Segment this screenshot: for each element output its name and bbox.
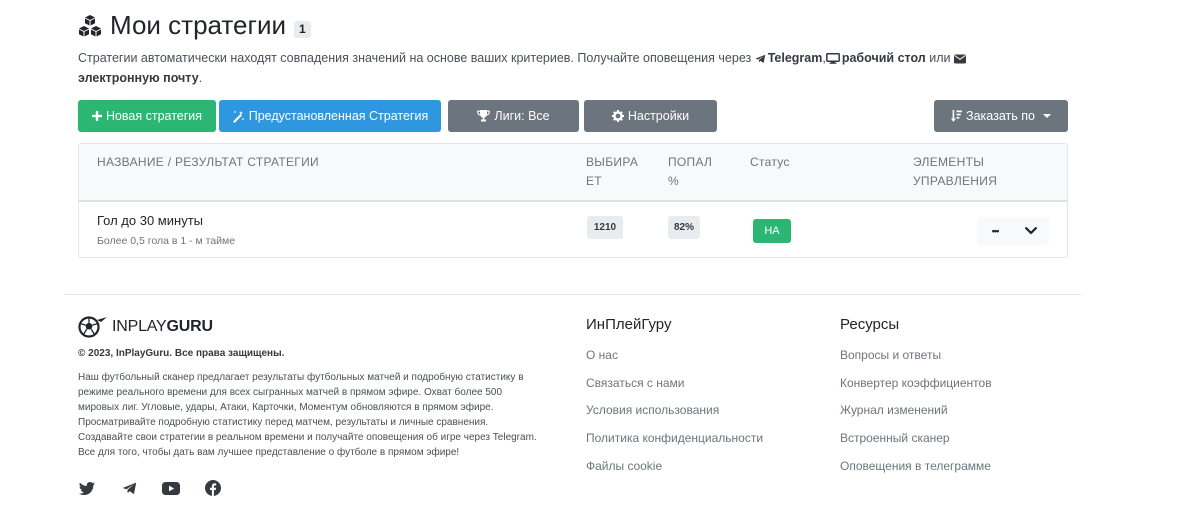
caret-down-icon (1042, 114, 1051, 118)
title-row: Мои стратегии 1 (78, 8, 1078, 42)
desktop-link[interactable]: рабочий стол (842, 51, 926, 65)
gear-icon (611, 110, 624, 122)
table-row[interactable]: Гол до 30 минуты Более 0,5 гола в 1 - м … (79, 204, 1067, 258)
chevron-down-icon (1025, 227, 1037, 235)
order-by-dropdown[interactable]: Заказать по (934, 100, 1068, 132)
youtube-icon (162, 481, 180, 495)
plus-icon (91, 111, 102, 121)
picks-count-badge: 1210 (587, 216, 623, 239)
column-header-picks: ВЫБИРА ЕТ (586, 153, 646, 191)
column-header-picks-line2: ЕТ (586, 174, 602, 188)
email-link[interactable]: электронную почту (78, 71, 199, 85)
cubes-icon (79, 15, 101, 37)
subtitle-text: Стратегии автоматически находят совпаден… (78, 51, 755, 65)
inplayguru-logo[interactable]: INPLAYGURU (78, 316, 558, 338)
about-line: Наш футбольный сканер предлагает результ… (78, 372, 524, 383)
twitter-icon (79, 481, 95, 495)
about-line: Все для того, чтобы дать вам лучшее пред… (78, 447, 460, 458)
footer-link-changelog[interactable]: Журнал изменений (840, 403, 948, 417)
page-title: Мои стратегии (110, 9, 287, 40)
strategy-description: Более 0,5 гола в 1 - м тайме (97, 235, 236, 247)
about-line: Просматривайте подробную статистику пере… (78, 417, 489, 428)
sort-icon (951, 110, 963, 122)
strategy-toolbar: Новая стратегия Предустановленная Страте… (78, 100, 1068, 132)
telegram-link[interactable]: Telegram (768, 51, 823, 65)
about-line: мировых лиг. Угловые, удары, Атаки, Карт… (78, 402, 494, 413)
column-header-name: НАЗВАНИЕ / РЕЗУЛЬТАТ СТРАТЕГИИ (97, 155, 319, 169)
column-header-controls-line1: ЭЛЕМЕНТЫ (913, 155, 985, 169)
table-header: НАЗВАНИЕ / РЕЗУЛЬТАТ СТРАТЕГИИ ВЫБИРА ЕТ… (79, 144, 1067, 202)
footer-link-cookies[interactable]: Файлы cookie (586, 459, 662, 473)
youtube-link[interactable] (162, 479, 180, 497)
footer-column-company: ИнПлейГуру О нас Связаться с нами Услови… (586, 316, 816, 473)
logo-text-plain: INPLAY (112, 318, 167, 335)
footer-column-resources: Ресурсы Вопросы и ответы Конвертер коэфф… (840, 316, 1070, 473)
envelope-icon (953, 54, 966, 64)
footer-link-embedded-scanner[interactable]: Встроенный сканер (840, 431, 950, 445)
column-header-hit-line1: ПОПАЛ (668, 155, 713, 169)
ellipsis-icon: ••• (991, 226, 1000, 236)
leagues-filter-label: Лиги: Все (494, 109, 550, 123)
footer-link-privacy[interactable]: Политика конфиденциальности (586, 431, 763, 445)
about-text: Наш футбольный сканер предлагает результ… (78, 370, 558, 460)
footer-link-faq[interactable]: Вопросы и ответы (840, 348, 941, 362)
row-controls: ••• (977, 217, 1049, 245)
order-by-label: Заказать по (966, 109, 1035, 123)
about-line: Создавайте свои стратегии в реальном вре… (78, 432, 537, 443)
page-header: Мои стратегии 1 (78, 8, 1078, 42)
facebook-icon (205, 480, 221, 496)
column-header-picks-line1: ВЫБИРА (586, 155, 639, 169)
footer-link-terms[interactable]: Условия использования (586, 403, 719, 417)
new-strategy-label: Новая стратегия (105, 109, 203, 123)
column-header-controls-line2: УПРАВЛЕНИЯ (913, 174, 998, 188)
twitter-link[interactable] (78, 479, 96, 497)
column-header-hit-line2: % (668, 174, 679, 188)
preset-strategy-label: Предустановленная Стратегия (248, 109, 429, 123)
telegram-social-link[interactable] (120, 479, 138, 497)
column-header-controls: ЭЛЕМЕНТЫ УПРАВЛЕНИЯ (913, 153, 1023, 191)
logo-text: INPLAYGURU (112, 318, 213, 336)
column-header-hit-rate: ПОПАЛ % (668, 153, 723, 191)
footer-link-telegram-alerts[interactable]: Оповещения в телеграмме (840, 459, 991, 473)
logo-text-bold: GURU (166, 318, 214, 335)
page-subtitle: Стратегии автоматически находят совпаден… (78, 48, 1018, 88)
strategy-count-badge: 1 (294, 20, 311, 38)
preset-strategy-button[interactable]: Предустановленная Стратегия (219, 100, 441, 132)
footer-column-title: Ресурсы (840, 316, 900, 333)
column-header-status: Статус (750, 155, 790, 169)
desktop-icon (825, 53, 840, 64)
footer-column-title: ИнПлейГуру (586, 316, 672, 333)
hit-rate-badge: 82% (668, 216, 700, 239)
copyright-text: © 2023, InPlayGuru. Все права защищены. (78, 348, 285, 359)
expand-row-button[interactable] (1013, 217, 1049, 245)
soccer-ball-icon (78, 316, 107, 338)
subtitle-period: . (198, 71, 203, 85)
strategies-table: НАЗВАНИЕ / РЕЗУЛЬТАТ СТРАТЕГИИ ВЫБИРА ЕТ… (78, 143, 1068, 258)
settings-button[interactable]: Настройки (584, 100, 717, 132)
more-options-button[interactable]: ••• (977, 217, 1013, 245)
magic-wand-icon (232, 110, 245, 123)
facebook-link[interactable] (204, 479, 222, 497)
about-line: режиме реального времени для всех сыгран… (78, 387, 503, 398)
footer-link-about[interactable]: О нас (586, 348, 618, 362)
footer-link-odds-converter[interactable]: Конвертер коэффициентов (840, 376, 992, 390)
trophy-icon (477, 110, 491, 122)
telegram-icon (755, 54, 765, 64)
leagues-filter-button[interactable]: Лиги: Все (448, 100, 579, 132)
status-toggle[interactable]: НА (753, 219, 791, 243)
footer-divider (65, 294, 1081, 295)
settings-label: Настройки (627, 109, 690, 123)
telegram-icon (122, 482, 136, 494)
footer-brand: INPLAYGURU © 2023, InPlayGuru. Все права… (78, 316, 558, 460)
subtitle-or: или (925, 51, 954, 65)
footer-link-contact[interactable]: Связаться с нами (586, 376, 684, 390)
strategy-name[interactable]: Гол до 30 минуты (97, 213, 203, 228)
new-strategy-button[interactable]: Новая стратегия (78, 100, 216, 132)
